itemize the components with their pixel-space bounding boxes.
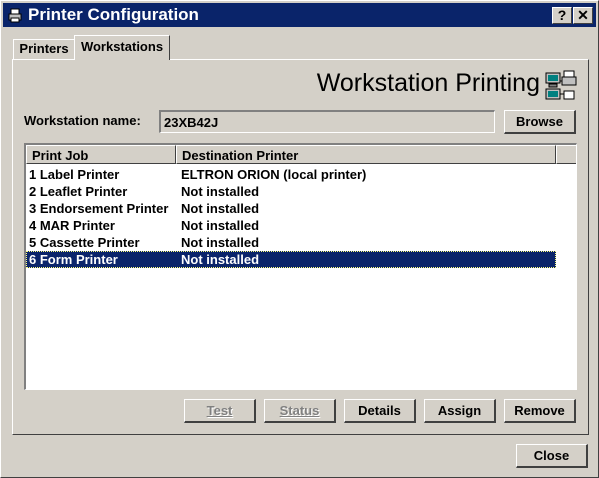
workstation-name-label: Workstation name: bbox=[24, 113, 141, 128]
print-job-list[interactable]: Print Job Destination Printer 1 Label Pr… bbox=[24, 143, 577, 390]
status-button[interactable]: Status bbox=[264, 399, 336, 423]
close-button[interactable]: Close bbox=[516, 444, 588, 468]
details-button[interactable]: Details bbox=[344, 399, 416, 423]
cell-print-job: 1 Label Printer bbox=[29, 167, 120, 182]
printer-app-icon bbox=[8, 8, 22, 23]
remove-button[interactable]: Remove bbox=[504, 399, 576, 423]
title-bar[interactable]: Printer Configuration ? ✕ bbox=[3, 3, 596, 27]
cell-destination: Not installed bbox=[181, 218, 260, 233]
cell-print-job: 4 MAR Printer bbox=[29, 218, 115, 233]
cell-destination: Not installed bbox=[181, 201, 260, 216]
section-heading: Workstation Printing bbox=[316, 69, 540, 97]
help-button[interactable]: ? bbox=[552, 7, 572, 24]
cell-destination: ELTRON ORION (local printer) bbox=[181, 167, 367, 182]
table-row[interactable]: 5 Cassette Printer Not installed bbox=[26, 234, 556, 251]
test-button-label: Test bbox=[206, 403, 233, 418]
cell-print-job: 6 Form Printer bbox=[29, 252, 118, 267]
cell-print-job: 2 Leaflet Printer bbox=[29, 184, 128, 199]
table-row-selected[interactable]: 6 Form Printer Not installed bbox=[26, 251, 556, 268]
table-row[interactable]: 2 Leaflet Printer Not installed bbox=[26, 183, 556, 200]
tab-printers[interactable]: Printers bbox=[13, 39, 75, 59]
assign-button[interactable]: Assign bbox=[424, 399, 496, 423]
cell-destination: Not installed bbox=[181, 235, 260, 250]
column-header-print-job[interactable]: Print Job bbox=[26, 145, 176, 164]
table-row[interactable]: 4 MAR Printer Not installed bbox=[26, 217, 556, 234]
workstation-name-field[interactable]: 23XB42J bbox=[159, 110, 495, 133]
printer-network-icon bbox=[545, 70, 577, 100]
column-header-destination-printer[interactable]: Destination Printer bbox=[176, 145, 556, 164]
table-row[interactable]: 3 Endorsement Printer Not installed bbox=[26, 200, 556, 217]
status-button-label: Status bbox=[279, 403, 320, 418]
tab-workstations[interactable]: Workstations bbox=[74, 35, 170, 60]
table-row[interactable]: 1 Label Printer ELTRON ORION (local prin… bbox=[26, 166, 556, 183]
cell-print-job: 5 Cassette Printer bbox=[29, 235, 140, 250]
cell-print-job: 3 Endorsement Printer bbox=[29, 201, 169, 216]
printer-configuration-window: Printer Configuration ? ✕ Printers Works… bbox=[0, 0, 599, 478]
column-header-filler bbox=[556, 145, 576, 164]
browse-button[interactable]: Browse bbox=[504, 110, 576, 134]
test-button[interactable]: Test bbox=[184, 399, 256, 423]
window-title: Printer Configuration bbox=[28, 5, 199, 24]
cell-destination: Not installed bbox=[181, 184, 260, 199]
cell-destination: Not installed bbox=[181, 252, 260, 267]
close-window-button[interactable]: ✕ bbox=[573, 7, 593, 24]
